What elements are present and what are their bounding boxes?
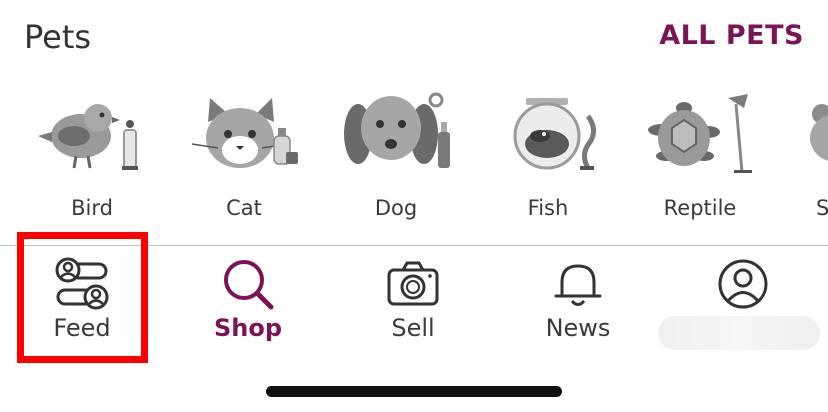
profile-icon (718, 259, 768, 309)
search-icon (224, 260, 274, 310)
dog-icon (344, 92, 450, 168)
cat-icon (191, 98, 298, 168)
tab-label: Sell (391, 314, 435, 342)
category-dog[interactable]: Dog (326, 86, 466, 236)
tab-label: Shop (213, 314, 283, 342)
section-header: Pets ALL PETS (0, 0, 828, 72)
category-small-pets[interactable]: Sm (782, 86, 828, 236)
category-label: Fish (527, 196, 569, 220)
category-label: Bird (71, 196, 113, 220)
reptile-icon (648, 94, 752, 173)
category-fish[interactable]: Fish (478, 86, 618, 236)
bird-icon (38, 104, 138, 170)
category-cat[interactable]: Cat (174, 86, 314, 236)
tab-sell[interactable]: Sell (333, 246, 493, 356)
fish-icon (513, 98, 596, 170)
tab-label: News (545, 314, 611, 342)
tab-news[interactable]: News (498, 246, 658, 356)
category-label: Reptile (663, 196, 737, 220)
category-label: Cat (226, 196, 262, 220)
all-pets-link[interactable]: ALL PETS (659, 20, 804, 51)
camera-icon (387, 261, 439, 306)
home-indicator[interactable] (266, 386, 562, 397)
category-label: Dog (374, 196, 418, 220)
category-label: Sm (816, 196, 828, 220)
feed-highlight-box (17, 232, 148, 363)
blurred-profile-label (658, 316, 820, 350)
category-reptile[interactable]: Reptile (630, 86, 770, 236)
small-pet-icon (810, 104, 828, 161)
tab-shop[interactable]: Shop (168, 246, 328, 356)
section-title: Pets (24, 18, 92, 56)
category-bird[interactable]: Bird (22, 86, 162, 236)
pet-category-carousel[interactable]: Bird Cat Dog Fish Reptile S (0, 86, 828, 236)
bell-icon (554, 264, 602, 306)
